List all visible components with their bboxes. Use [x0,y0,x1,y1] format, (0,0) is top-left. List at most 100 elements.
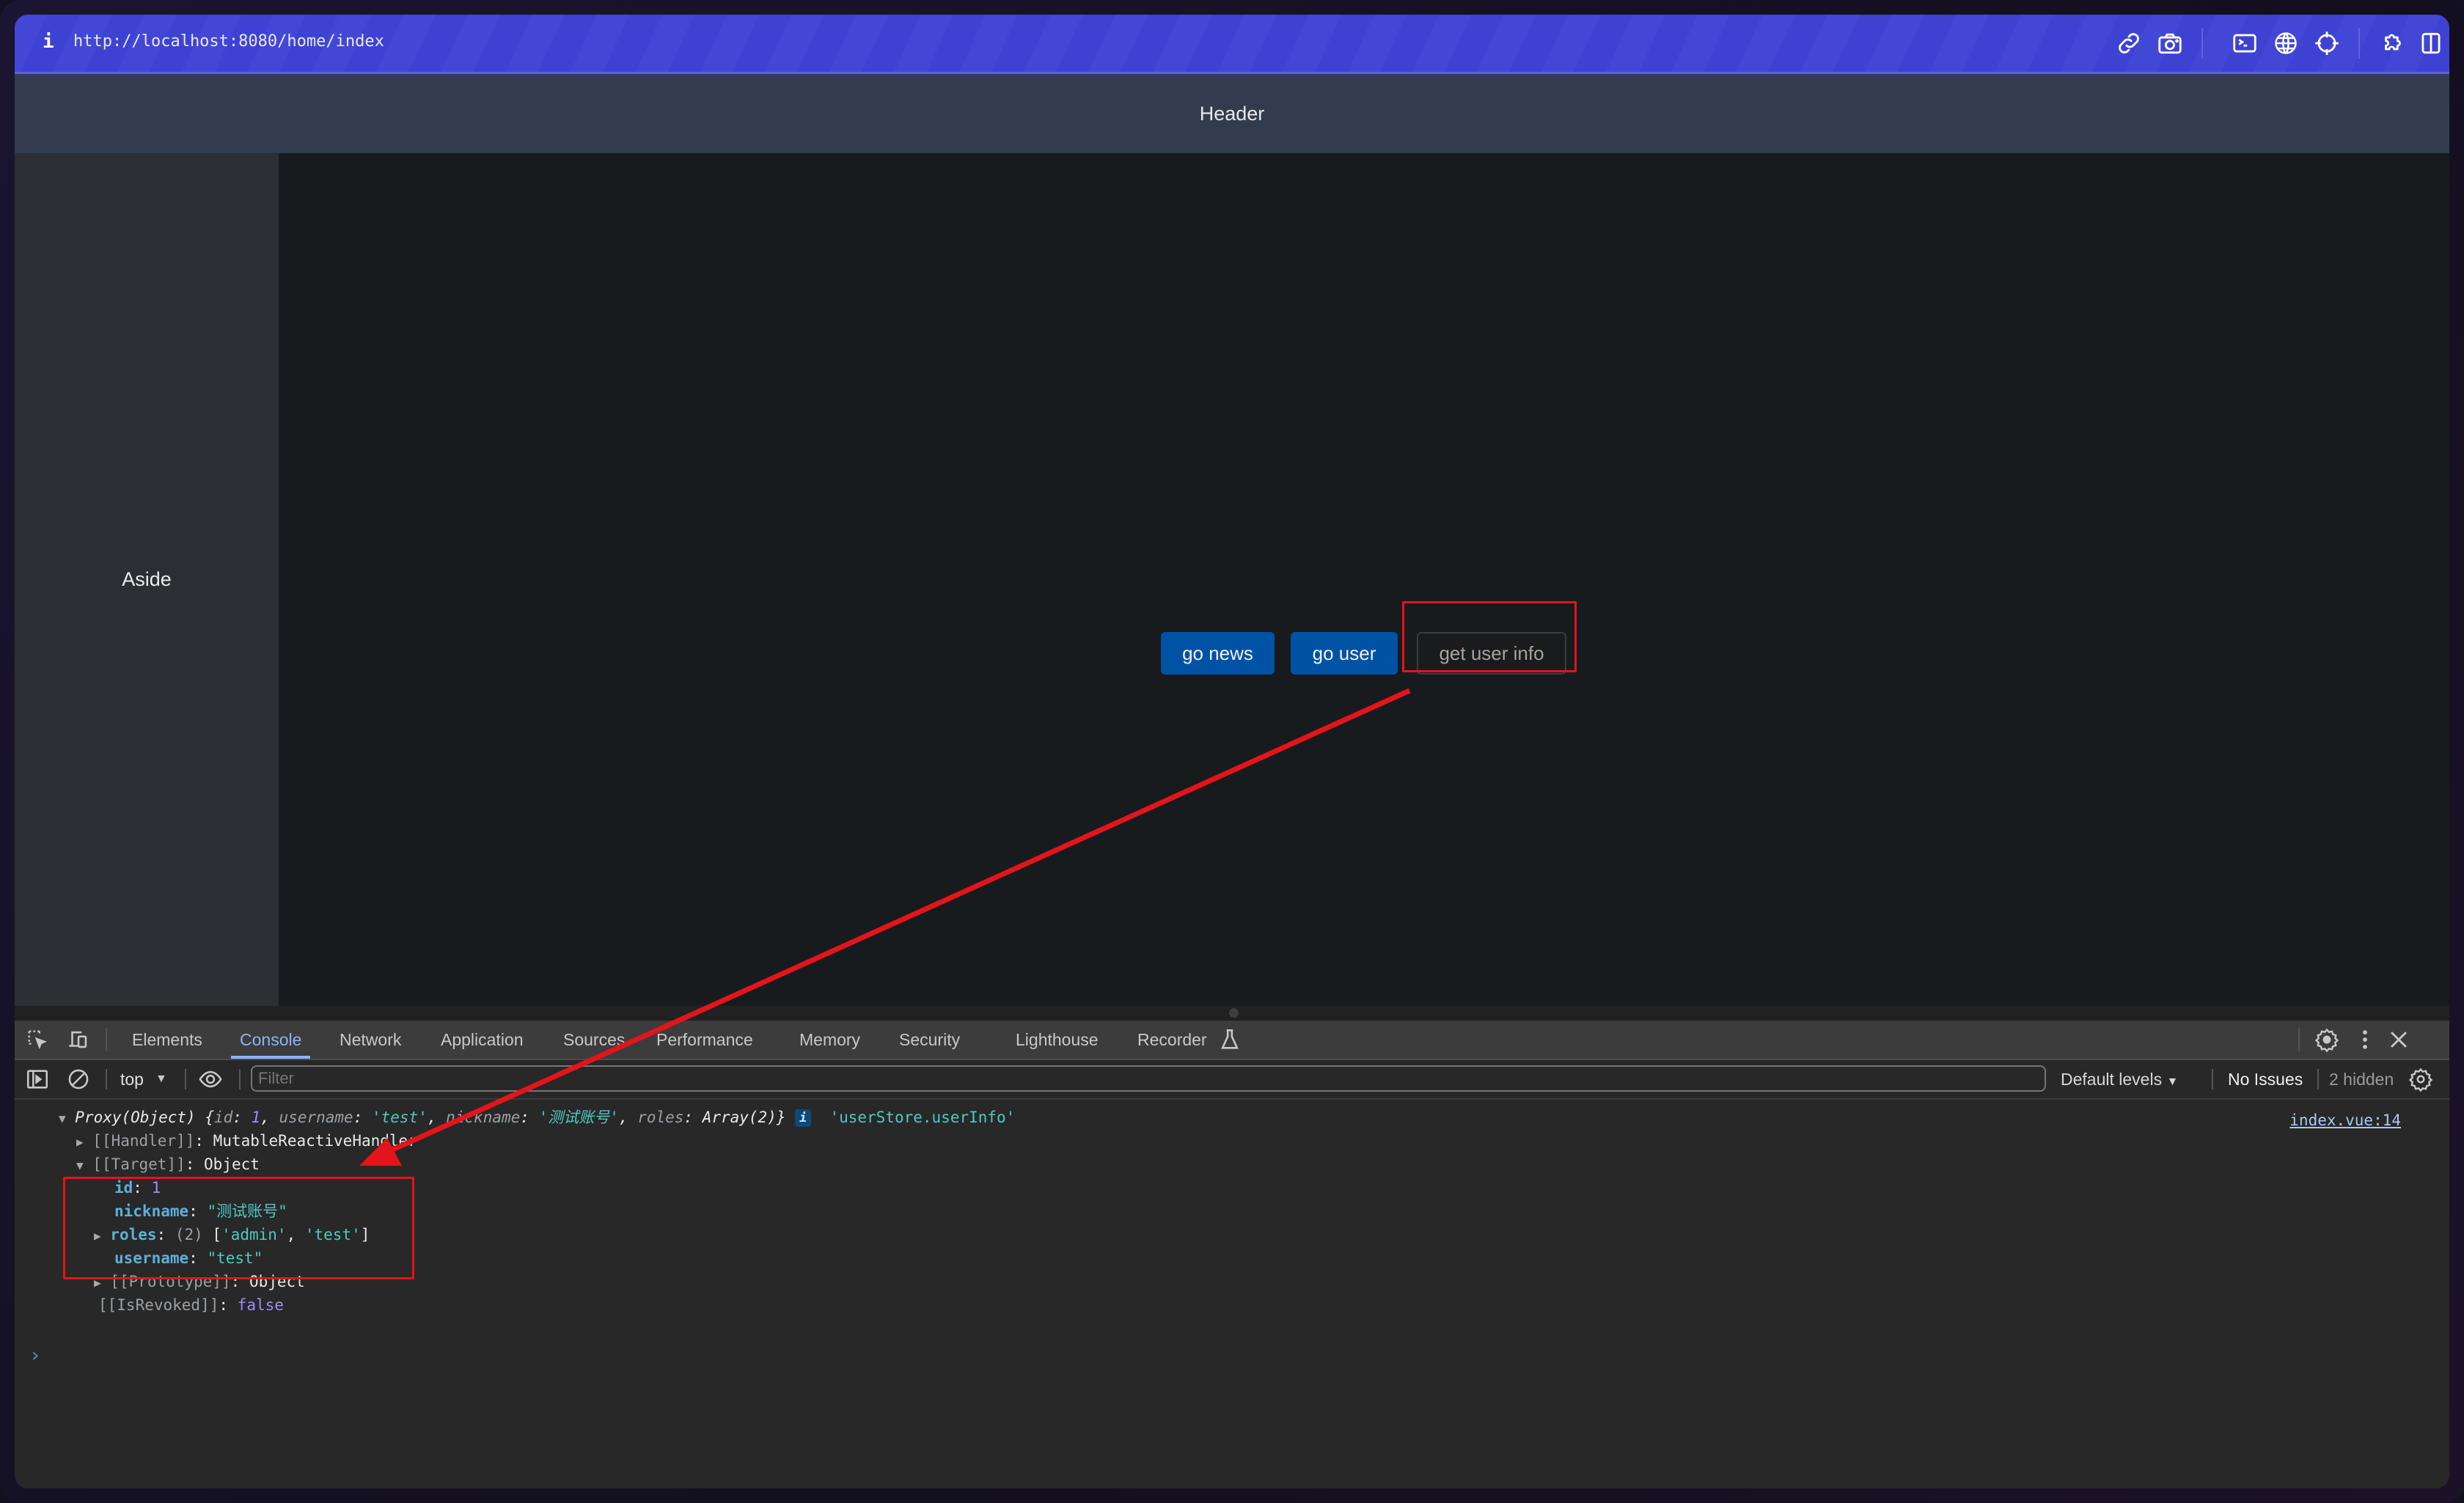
toolbar-separator [185,1069,186,1089]
tab-separator [106,1028,107,1051]
array-count: (2) [175,1226,203,1243]
resize-grip-dot [1229,1008,1239,1018]
toolbar-separator [239,1069,241,1089]
sidebar-toggle-icon[interactable] [25,1067,50,1092]
source-link[interactable]: index.vue:14 [2289,1111,2401,1129]
issues-button[interactable]: No Issues [2228,1060,2303,1098]
context-dropdown-icon[interactable]: ▼ [155,1060,167,1098]
collapsed-triangle-icon[interactable]: ▶ [94,1229,101,1243]
devtools-tab-bar: Elements Console Network Application Sou… [15,1021,2449,1060]
get-user-info-button[interactable]: get user info [1417,632,1566,675]
close-devtools-icon[interactable] [2386,1027,2411,1052]
tab-memory[interactable]: Memory [799,1021,860,1059]
url-text[interactable]: http://localhost:8080/home/index [73,32,384,51]
colon: : [520,1109,539,1126]
live-expression-eye-icon[interactable] [198,1067,223,1092]
prop-key: [[Target]] [92,1155,186,1173]
brace: } [776,1109,786,1126]
expand-triangle-icon[interactable]: ▼ [59,1111,66,1125]
tab-lighthouse[interactable]: Lighthouse [1016,1021,1099,1059]
crosshair-icon[interactable] [2313,29,2341,57]
go-user-button[interactable]: go user [1291,632,1398,675]
console-prompt-icon[interactable]: › [29,1345,41,1367]
tab-separator [2298,1028,2300,1051]
field-roles-row[interactable]: ▶ roles: (2) ['admin', 'test'] [94,1223,370,1246]
devtools-resize-handle[interactable] [15,1006,2449,1021]
brace: { [205,1109,214,1126]
inspect-element-icon[interactable] [25,1027,50,1052]
log-label: 'userStore.userInfo' [829,1109,1016,1126]
comma: , [260,1109,279,1126]
field-id-row: id: 1 [114,1179,161,1197]
link-icon[interactable] [2115,29,2143,57]
extension-icon[interactable] [2379,29,2407,57]
prop-value: Object [204,1155,260,1173]
info-icon[interactable]: i [43,31,54,53]
console-settings-gear-icon[interactable] [2408,1067,2433,1092]
field-username-row: username: "test" [114,1249,263,1267]
summary-key: roles [637,1109,684,1126]
comma: , [427,1109,447,1126]
toolbar-separator [106,1069,107,1089]
settings-gear-icon[interactable] [2314,1027,2339,1053]
tab-recorder[interactable]: Recorder [1137,1021,1207,1059]
info-badge-icon[interactable]: i [795,1109,812,1127]
tab-network[interactable]: Network [340,1021,401,1059]
revoked-row: [[IsRevoked]]: false [98,1296,284,1314]
tab-application[interactable]: Application [441,1021,524,1059]
prop-value: false [237,1296,284,1314]
array-item: 'admin' [221,1226,287,1243]
prop-key: nickname [114,1202,189,1220]
prop-key: username [114,1249,189,1267]
proxy-prefix: Proxy(Object) [75,1109,196,1126]
go-news-button[interactable]: go news [1161,632,1275,675]
console-toolbar: top ▼ Default levels ▼ No Issues 2 hidde… [15,1060,2449,1100]
colon: : [353,1109,372,1126]
summary-key: nickname [446,1109,521,1126]
colon: : [232,1109,252,1126]
app-aside: Aside [15,153,279,1006]
app-header: Header [15,74,2449,153]
bracket: [ [212,1226,222,1243]
camera-icon[interactable] [2156,29,2184,57]
array-item: 'test' [304,1226,361,1243]
summary-value: '测试账号' [538,1109,619,1126]
device-toolbar-icon[interactable] [66,1027,91,1052]
tab-sources[interactable]: Sources [563,1021,625,1059]
context-selector[interactable]: top [120,1060,144,1098]
tab-performance[interactable]: Performance [656,1021,753,1059]
prop-key: [[Handler]] [92,1132,195,1150]
expand-triangle-icon[interactable]: ▼ [76,1158,84,1172]
collapsed-triangle-icon[interactable]: ▶ [76,1135,84,1149]
prop-value: "test" [207,1249,263,1267]
experiment-flask-icon [1217,1027,1239,1052]
prop-value: "测试账号" [207,1202,287,1220]
split-view-icon[interactable] [2417,29,2445,57]
collapsed-triangle-icon[interactable]: ▶ [94,1276,101,1290]
more-options-icon[interactable] [2353,1027,2377,1052]
log-entry-summary[interactable]: ▼ Proxy(Object) {id: 1, username: 'test'… [59,1106,1015,1129]
levels-dropdown-icon: ▼ [2166,1076,2179,1088]
clear-console-icon[interactable] [66,1067,91,1092]
handler-row[interactable]: ▶ [[Handler]]: MutableReactiveHandler [76,1129,417,1153]
prototype-row[interactable]: ▶ [[Prototype]]: Object [94,1270,305,1293]
prop-value: MutableReactiveHandler [213,1132,417,1150]
summary-value: 1 [251,1109,261,1126]
field-nickname-row: nickname: "测试账号" [114,1202,287,1220]
summary-key: id [213,1109,233,1126]
toolbar-separator [2212,1069,2213,1089]
terminal-icon[interactable] [2231,29,2259,57]
prop-key: [[Prototype]] [110,1273,231,1290]
log-levels-dropdown[interactable]: Default levels ▼ [2061,1060,2178,1098]
summary-value: Array(2) [702,1109,777,1126]
target-row[interactable]: ▼ [[Target]]: Object [76,1153,260,1176]
tab-security[interactable]: Security [899,1021,960,1059]
console-filter-input[interactable] [251,1065,2046,1092]
app-main: go news go user get user info [279,153,2449,1006]
globe-icon[interactable] [2272,29,2300,57]
aside-text: Aside [122,568,172,590]
tab-elements[interactable]: Elements [132,1021,202,1059]
prop-key: id [114,1179,133,1197]
tab-console[interactable]: Console [230,1021,311,1059]
log-levels-label: Default levels [2061,1070,2163,1089]
